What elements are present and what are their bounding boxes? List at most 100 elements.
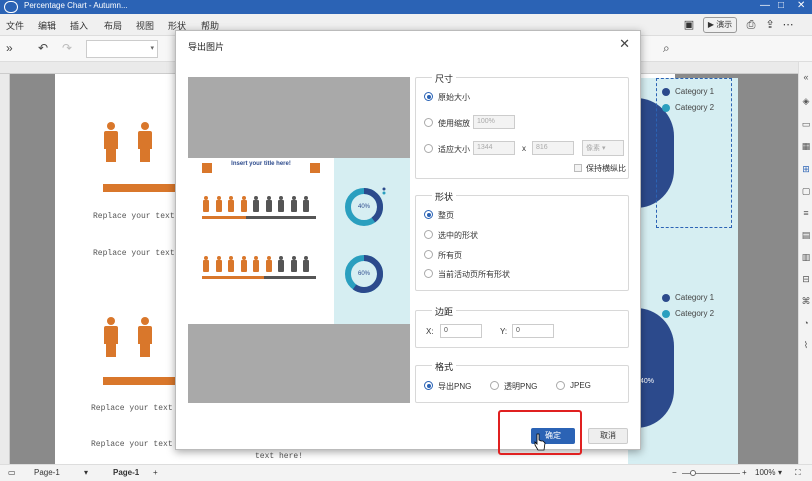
more-icon[interactable]: ⋯ [780,17,796,33]
fit-size-label[interactable]: 适应大小 [438,144,470,155]
fill-icon[interactable]: ◈ [801,96,811,106]
zoom-out-icon[interactable]: − [672,468,677,477]
active-page-shapes-radio[interactable] [424,269,433,278]
image-icon[interactable]: ▦ [801,141,811,151]
grid-icon[interactable]: ⊞ [801,164,811,174]
mini-person-icon [253,256,259,272]
collapse-icon[interactable]: » [6,41,13,55]
person-icon [103,317,119,357]
format-icon[interactable]: ⊟ [801,274,811,284]
vertical-ruler [0,74,10,464]
page-tab[interactable]: Page-1 [113,468,139,477]
fit-page-icon[interactable]: ⛶ [795,468,801,478]
print-icon[interactable]: ⎙ [743,17,759,33]
connect-icon[interactable]: ⌘ [801,296,811,306]
close-window-button[interactable]: ✕ [797,0,805,11]
mini-person-icon [290,196,297,212]
zoom-in-icon[interactable]: + [742,468,747,477]
cancel-button[interactable]: 取消 [588,428,628,444]
donut-chart [636,308,674,428]
side-panel: 40% Category 1 Category 2 Category 1 Cat… [628,78,738,464]
original-size-radio[interactable] [424,92,433,101]
comment-icon[interactable]: ▢ [801,186,811,196]
height-input[interactable]: 816 [532,141,574,155]
share-icon[interactable]: ⇪ [762,17,778,33]
jpeg-radio[interactable] [556,381,565,390]
keep-ratio-checkbox[interactable] [574,164,582,172]
line-icon[interactable]: ▭ [801,119,811,129]
menu-layout[interactable]: 布局 [104,19,122,32]
font-select[interactable]: ▾ [86,40,158,58]
mini-person-icon [215,196,222,212]
zoom-input[interactable]: 100% [473,115,515,129]
use-zoom-label[interactable]: 使用缩放 [438,118,470,129]
minimize-button[interactable]: — [760,0,770,11]
undo-icon[interactable]: ↶ [38,41,48,55]
fit-size-radio[interactable] [424,144,433,153]
picture-icon[interactable]: ▤ [801,230,811,240]
collapse-left-icon[interactable]: « [801,72,811,82]
progress-bar [103,377,177,385]
width-input[interactable]: 1344 [473,141,515,155]
preview-side-panel: 40% 60% [334,158,410,324]
menu-edit[interactable]: 编辑 [38,19,56,32]
selected-shapes-label[interactable]: 选中的形状 [438,230,478,241]
legend-dot [662,310,670,318]
close-icon[interactable]: ✕ [619,36,630,52]
whole-page-label[interactable]: 整页 [438,210,454,221]
page-panel-icon[interactable]: ▭ [8,468,16,477]
right-sidebar: « ◈ ▭ ▦ ⊞ ▢ ≡ ▤ ▥ ⊟ ⌘ ◔ ⌇ [798,62,812,464]
maximize-button[interactable]: □ [778,0,784,11]
all-pages-radio[interactable] [424,250,433,259]
mini-person-icon [303,196,309,212]
layout-icon[interactable]: ▥ [801,252,811,262]
menu-file[interactable]: 文件 [6,19,24,32]
active-page-shapes-label[interactable]: 当前活动页所有形状 [438,269,510,280]
format-group: 格式 导出PNG 透明PNG JPEG [415,360,629,403]
keep-ratio-label[interactable]: 保持横纵比 [586,163,626,174]
menu-view[interactable]: 视图 [136,19,154,32]
chart-icon[interactable]: ⌇ [801,340,811,350]
format-legend: 格式 [432,360,457,373]
png-radio[interactable] [424,381,433,390]
zoom-slider-handle[interactable] [690,470,696,476]
png-label[interactable]: 导出PNG [438,381,471,392]
transparent-png-label[interactable]: 透明PNG [504,381,537,392]
unit-label: 像素 [586,145,600,152]
original-size-label[interactable]: 原始大小 [438,92,470,103]
progress-bar [103,184,177,192]
chevron-down-icon[interactable]: ▾ [84,468,88,477]
app-logo-icon [4,1,18,13]
whole-page-radio[interactable] [424,210,433,219]
person-icon [137,317,153,357]
margin-x-input[interactable]: 0 [440,324,482,338]
jpeg-label[interactable]: JPEG [570,381,591,390]
page-select[interactable]: Page-1 [34,468,60,477]
window-title: Percentage Chart - Autumn... [24,1,128,10]
ribbon-left [202,163,212,173]
mini-bar [246,216,316,219]
search-icon[interactable]: ⌕ [663,41,670,56]
chevron-down-icon[interactable]: ▾ [778,468,782,477]
use-zoom-radio[interactable] [424,118,433,127]
mini-person-icon [240,196,247,212]
redo-icon[interactable]: ↷ [62,41,72,55]
history-icon[interactable]: ◔ [801,318,811,328]
mini-person-icon [215,256,222,272]
size-legend: 尺寸 [432,72,457,85]
donut-label: 40% [358,204,371,210]
present-button[interactable]: ▶ 演示 [703,17,737,33]
margin-legend: 边距 [432,305,457,318]
menu-insert[interactable]: 插入 [70,19,88,32]
screen-icon[interactable]: ▣ [681,17,697,33]
selected-shapes-radio[interactable] [424,230,433,239]
all-pages-label[interactable]: 所有页 [438,250,462,261]
zoom-level[interactable]: 100% [755,468,775,477]
margin-y-input[interactable]: 0 [512,324,554,338]
transparent-png-radio[interactable] [490,381,499,390]
preview-donuts [345,187,386,293]
unit-select[interactable]: 像素 ▾ [582,140,624,156]
database-icon[interactable]: ≡ [801,208,811,218]
chevron-down-icon: ▾ [150,45,154,52]
add-page-button[interactable]: + [153,468,158,477]
